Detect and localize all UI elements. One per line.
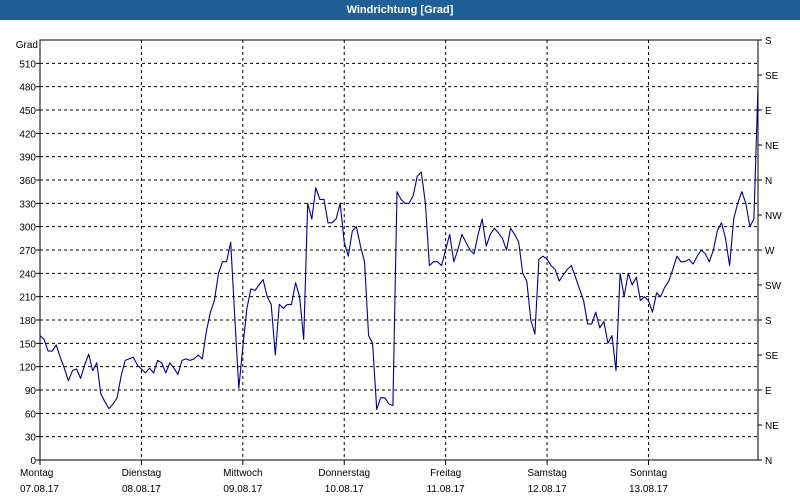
x-tick-date: 07.08.17 (20, 484, 59, 495)
right-tick-label: NW (765, 211, 782, 222)
x-tick-date: 12.08.17 (528, 484, 567, 495)
right-tick-label: S (765, 316, 772, 327)
x-tick-day: Samstag (527, 468, 566, 479)
right-tick-label: SE (765, 351, 779, 362)
chart-title: Windrichtung [Grad] (0, 0, 800, 20)
left-axis-ticks: 0 30 60 90 120 150 180 210 240 270 300 330 360 390 420… (19, 59, 40, 467)
right-tick-label: SW (765, 281, 782, 292)
y-tick-label: 30 (25, 433, 37, 444)
y-tick-label: 60 (25, 409, 37, 420)
series-layer (39, 86, 759, 410)
y-tick-label: 330 (19, 199, 36, 210)
x-tick-day: Freitag (430, 468, 461, 479)
y-tick-label: 300 (19, 223, 36, 234)
y-tick-label: 420 (19, 129, 36, 140)
right-tick-label: S (765, 36, 772, 47)
right-axis-ticks: N NE E SE S SW W NW N NE E SE S (758, 36, 782, 467)
right-tick-label: N (765, 176, 772, 187)
x-tick-day: Sonntag (630, 468, 667, 479)
right-tick-label: E (765, 106, 772, 117)
y-axis-label: Grad (16, 40, 38, 51)
right-tick-label: N (765, 456, 772, 467)
right-tick-label: E (765, 386, 772, 397)
y-tick-label: 0 (30, 456, 36, 467)
x-tick-day: Montag (20, 468, 53, 479)
x-axis-ticks: Montag 07.08.17 Dienstag 08.08.17 Mittwoch 09… (20, 460, 668, 495)
y-tick-label: 510 (19, 59, 36, 70)
x-tick-day: Mittwoch (223, 468, 262, 479)
x-tick-day: Donnerstag (318, 468, 370, 479)
y-tick-label: 390 (19, 153, 36, 164)
plot-frame (39, 39, 759, 461)
x-tick-date: 13.08.17 (629, 484, 668, 495)
y-tick-label: 450 (19, 106, 36, 117)
y-tick-label: 210 (19, 293, 36, 304)
wind-direction-line (39, 86, 759, 410)
y-tick-label: 180 (19, 316, 36, 327)
x-tick-date: 08.08.17 (122, 484, 161, 495)
y-tick-label: 360 (19, 176, 36, 187)
right-tick-label: NE (765, 421, 779, 432)
x-tick-date: 11.08.17 (427, 484, 466, 495)
y-tick-label: 90 (25, 386, 37, 397)
y-tick-label: 270 (19, 246, 36, 257)
x-tick-date: 10.08.17 (325, 484, 364, 495)
y-tick-label: 150 (19, 339, 36, 350)
x-tick-day: Dienstag (122, 468, 161, 479)
grid-lines (40, 40, 758, 460)
y-tick-label: 120 (19, 363, 36, 374)
right-tick-label: W (765, 246, 775, 257)
y-tick-label: 480 (19, 83, 36, 94)
y-tick-label: 240 (19, 269, 36, 280)
x-tick-date: 09.08.17 (223, 484, 262, 495)
right-tick-label: SE (765, 71, 779, 82)
wind-direction-chart: Grad 0 30 60 90 120 150 180 210 240 270 300 330 360 3… (16, 36, 782, 495)
right-tick-label: NE (765, 141, 779, 152)
